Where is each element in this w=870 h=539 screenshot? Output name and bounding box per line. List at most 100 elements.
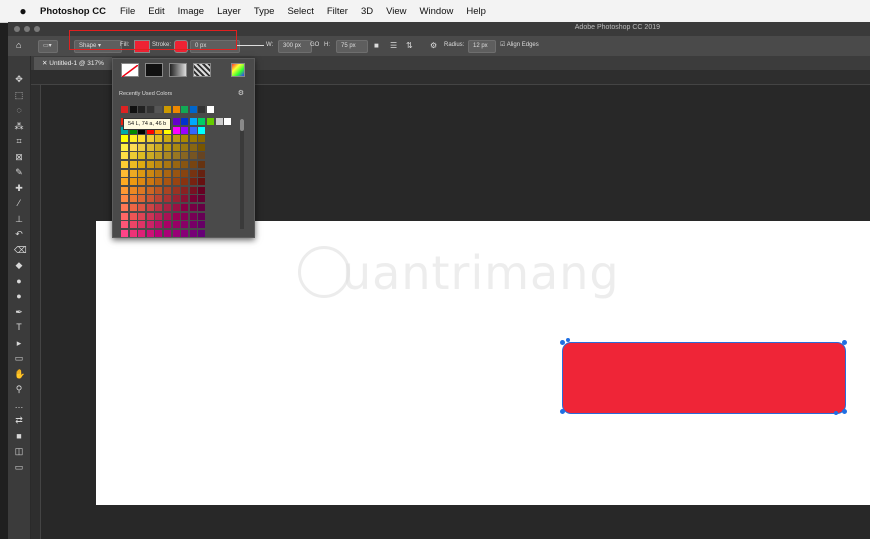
recent-color-swatch[interactable] (172, 106, 180, 113)
menu-edit[interactable]: Edit (148, 6, 164, 17)
color-swatch[interactable] (189, 135, 197, 143)
color-swatch[interactable] (121, 161, 128, 168)
color-swatch[interactable] (121, 221, 128, 229)
no-color-button[interactable] (121, 63, 139, 78)
color-swatch[interactable] (198, 212, 206, 220)
color-swatch[interactable] (138, 186, 146, 194)
home-icon[interactable]: ⌂ (16, 40, 21, 51)
color-swatch[interactable] (146, 161, 154, 168)
color-swatch[interactable] (155, 212, 163, 220)
color-swatch[interactable] (172, 118, 180, 125)
color-swatch[interactable] (146, 212, 154, 220)
color-swatch[interactable] (146, 186, 154, 194)
color-swatch[interactable] (164, 169, 171, 177)
path-arrangement-icon[interactable]: ⇅ (406, 40, 413, 51)
zoom-tool-icon[interactable]: ⚲ (14, 384, 24, 394)
type-tool-icon[interactable]: T (14, 322, 24, 332)
color-swatch[interactable] (164, 212, 171, 220)
color-swatch[interactable] (207, 118, 214, 125)
rectangle-tool-icon[interactable]: ▭ (14, 353, 24, 363)
color-swatch[interactable] (172, 221, 180, 229)
swatch-scrollbar[interactable] (240, 119, 244, 229)
recent-color-swatch[interactable] (189, 106, 197, 113)
color-swatch[interactable] (155, 221, 163, 229)
recent-color-swatch[interactable] (164, 106, 171, 113)
color-swatch[interactable] (172, 143, 180, 151)
marquee-tool-icon[interactable]: ⬚ (14, 90, 24, 100)
color-swatch[interactable] (181, 126, 189, 134)
settings-gear-icon[interactable]: ⚙ (430, 40, 437, 51)
color-swatch[interactable] (155, 143, 163, 151)
color-swatch[interactable] (164, 135, 171, 143)
color-swatch[interactable] (121, 169, 128, 177)
color-swatch[interactable] (129, 186, 137, 194)
color-swatch[interactable] (172, 161, 180, 168)
color-swatch[interactable] (181, 118, 189, 125)
anchor-handle-top-left-inner[interactable] (566, 338, 570, 342)
apple-icon[interactable]: ● (12, 4, 34, 18)
tool-preset-picker[interactable]: ▭▾ (38, 40, 58, 53)
color-swatch[interactable] (198, 204, 206, 211)
color-swatch[interactable] (198, 186, 206, 194)
swap-colors-icon[interactable]: ⇄ (14, 415, 24, 425)
color-swatch[interactable] (198, 195, 206, 203)
color-swatch[interactable] (181, 161, 189, 168)
color-swatch[interactable] (138, 178, 146, 186)
stroke-type-select[interactable] (236, 40, 264, 46)
color-swatch[interactable] (155, 195, 163, 203)
recent-color-swatch[interactable] (138, 106, 146, 113)
color-swatch[interactable] (189, 118, 197, 125)
close-window-button[interactable] (14, 26, 20, 32)
recent-color-swatch[interactable] (181, 106, 189, 113)
color-swatch[interactable] (138, 204, 146, 211)
healing-brush-icon[interactable]: ✚ (14, 183, 24, 193)
color-swatch[interactable] (121, 143, 128, 151)
color-swatch[interactable] (121, 152, 128, 160)
menu-select[interactable]: Select (287, 6, 313, 17)
color-swatch[interactable] (172, 204, 180, 211)
color-swatch[interactable] (129, 143, 137, 151)
color-swatch[interactable] (129, 152, 137, 160)
color-swatch[interactable] (164, 178, 171, 186)
color-swatch[interactable] (155, 169, 163, 177)
color-swatch[interactable] (121, 229, 128, 237)
color-swatch[interactable] (129, 169, 137, 177)
color-swatch[interactable] (224, 118, 232, 125)
color-swatch[interactable] (164, 221, 171, 229)
color-swatch[interactable] (189, 186, 197, 194)
brush-tool-icon[interactable]: ⁄ (14, 198, 24, 208)
color-swatch[interactable] (164, 152, 171, 160)
anchor-handle-top-left[interactable] (560, 340, 565, 345)
path-selection-icon[interactable]: ▸ (14, 338, 24, 348)
color-swatch[interactable] (164, 195, 171, 203)
minimize-window-button[interactable] (24, 26, 30, 32)
color-swatch[interactable] (181, 186, 189, 194)
color-swatch[interactable] (181, 195, 189, 203)
color-swatch[interactable] (198, 178, 206, 186)
recent-color-swatch[interactable] (155, 106, 163, 113)
color-swatch[interactable] (138, 135, 146, 143)
menu-3d[interactable]: 3D (361, 6, 373, 17)
recent-color-swatch[interactable] (129, 106, 137, 113)
color-swatch[interactable] (189, 161, 197, 168)
color-swatch[interactable] (129, 229, 137, 237)
color-swatch[interactable] (129, 221, 137, 229)
color-swatch[interactable] (155, 161, 163, 168)
menu-window[interactable]: Window (420, 6, 454, 17)
color-swatch[interactable] (172, 126, 180, 134)
zoom-window-button[interactable] (34, 26, 40, 32)
recent-color-swatch[interactable] (198, 106, 206, 113)
color-swatch[interactable] (215, 118, 223, 125)
quick-mask-icon[interactable]: ◫ (14, 446, 24, 456)
color-swatch[interactable] (129, 195, 137, 203)
color-swatch[interactable] (189, 229, 197, 237)
color-swatch[interactable] (181, 178, 189, 186)
menu-help[interactable]: Help (466, 6, 486, 17)
clone-stamp-icon[interactable]: ⊥ (14, 214, 24, 224)
color-swatch[interactable] (155, 135, 163, 143)
menu-file[interactable]: File (120, 6, 135, 17)
color-swatch[interactable] (164, 161, 171, 168)
color-swatch[interactable] (189, 126, 197, 134)
color-swatch[interactable] (189, 178, 197, 186)
color-swatch[interactable] (198, 169, 206, 177)
